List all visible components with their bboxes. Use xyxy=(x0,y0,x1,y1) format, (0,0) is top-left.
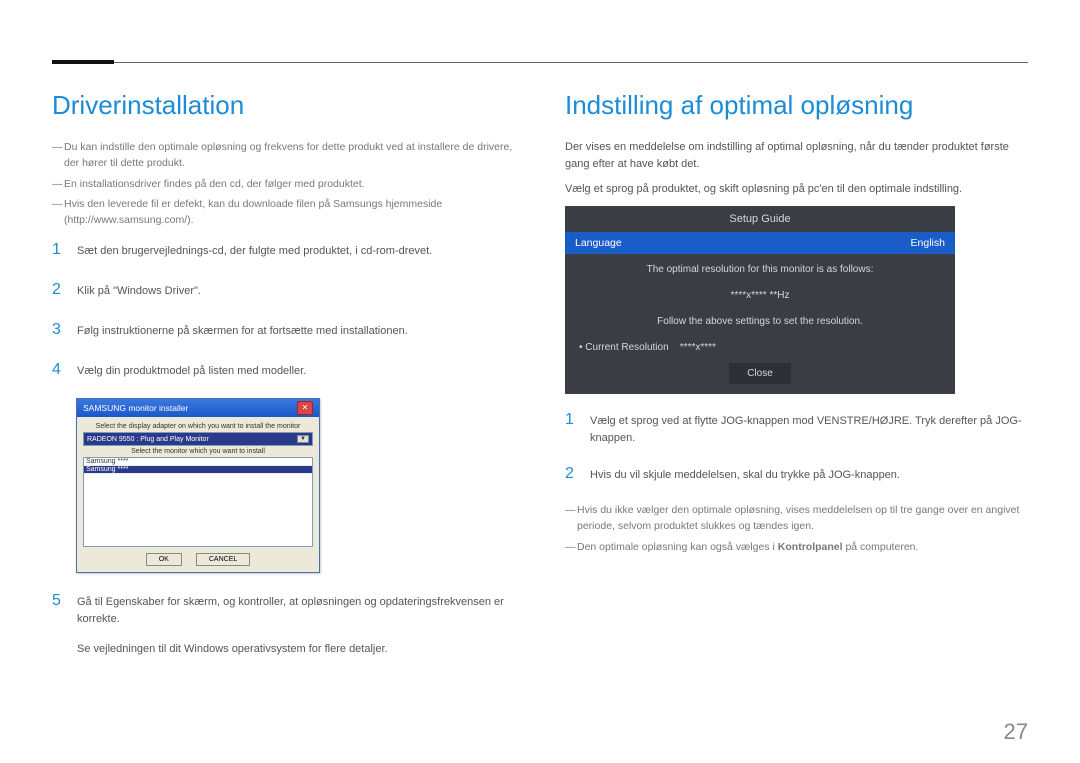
installer-window: SAMSUNG monitor installer ✕ Select the d… xyxy=(76,398,320,573)
step-text: Hvis du vil skjule meddelelsen, skal du … xyxy=(590,467,900,484)
left-title: Driverinstallation xyxy=(52,90,515,121)
installer-adapter-select[interactable]: RADEON 9550 : Plug and Play Monitor ▼ xyxy=(83,432,313,446)
right-note-2: Den optimale opløsning kan også vælges i… xyxy=(565,539,1028,555)
osd-resolution-value: ****x**** **Hz xyxy=(579,288,941,304)
installer-title-text: SAMSUNG monitor installer xyxy=(83,403,188,413)
step-text: Sæt den brugervejlednings-cd, der fulgte… xyxy=(77,243,432,260)
left-step-5: 5 Gå til Egenskaber for skærm, og kontro… xyxy=(52,589,515,658)
installer-monitor-list[interactable]: Samsung **** Samsung **** xyxy=(83,457,313,547)
chevron-down-icon: ▼ xyxy=(297,435,309,443)
left-step-2: 2 Klik på "Windows Driver". xyxy=(52,278,515,302)
osd-current-resolution: • Current Resolution ****x**** xyxy=(565,342,955,353)
left-column: Driverinstallation Du kan indstille den … xyxy=(52,90,515,674)
left-steps-continued: 5 Gå til Egenskaber for skærm, og kontro… xyxy=(52,589,515,658)
page-number: 27 xyxy=(1004,719,1028,745)
header-rule xyxy=(52,62,1028,63)
osd-language-value: English xyxy=(911,237,945,249)
osd-body: The optimal resolution for this monitor … xyxy=(565,254,955,338)
osd-line-1: The optimal resolution for this monitor … xyxy=(579,262,941,278)
cancel-button[interactable]: CANCEL xyxy=(196,553,250,566)
right-intro-1: Der vises en meddelelse om indstilling a… xyxy=(565,139,1028,173)
osd-close-button[interactable]: Close xyxy=(729,363,791,384)
step-number: 4 xyxy=(52,358,62,382)
right-step-1: 1 Vælg et sprog ved at flytte JOG-knappe… xyxy=(565,408,1028,446)
right-note-1: Hvis du ikke vælger den optimale opløsni… xyxy=(565,502,1028,535)
left-note-2: En installationsdriver findes på den cd,… xyxy=(52,176,515,192)
step-number: 2 xyxy=(565,462,575,486)
left-note-3: Hvis den leverede fil er defekt, kan du … xyxy=(52,196,515,229)
step-post-text: Se vejledningen til dit Windows operativ… xyxy=(77,641,515,658)
right-steps: 1 Vælg et sprog ved at flytte JOG-knappe… xyxy=(565,408,1028,486)
left-notes: Du kan indstille den optimale opløsning … xyxy=(52,139,515,228)
installer-select-value: RADEON 9550 : Plug and Play Monitor xyxy=(87,436,209,443)
left-steps: 1 Sæt den brugervejlednings-cd, der fulg… xyxy=(52,238,515,382)
bold-kontrolpanel: Kontrolpanel xyxy=(778,541,843,553)
right-title: Indstilling af optimal opløsning xyxy=(565,90,1028,121)
osd-current-label: • Current Resolution xyxy=(579,342,669,353)
osd-setup-guide: Setup Guide Language English The optimal… xyxy=(565,206,955,394)
step-number: 3 xyxy=(52,318,62,342)
step-number: 5 xyxy=(52,589,62,613)
step-number: 1 xyxy=(565,408,575,432)
left-note-1: Du kan indstille den optimale opløsning … xyxy=(52,139,515,172)
ok-button[interactable]: OK xyxy=(146,553,182,566)
right-step-2: 2 Hvis du vil skjule meddelelsen, skal d… xyxy=(565,462,1028,486)
osd-line-2: Follow the above settings to set the res… xyxy=(579,314,941,330)
installer-body: Select the display adapter on which you … xyxy=(77,417,319,572)
header-accent-tab xyxy=(52,60,114,64)
step-text: Vælg din produktmodel på listen med mode… xyxy=(77,363,306,380)
right-intro-2: Vælg et sprog på produktet, og skift opl… xyxy=(565,181,1028,198)
step-text: Vælg et sprog ved at flytte JOG-knappen … xyxy=(590,413,1028,446)
osd-current-value: ****x**** xyxy=(680,342,716,353)
right-column: Indstilling af optimal opløsning Der vis… xyxy=(565,90,1028,674)
right-notes: Hvis du ikke vælger den optimale opløsni… xyxy=(565,502,1028,555)
installer-label-2: Select the monitor which you want to ins… xyxy=(83,448,313,455)
osd-title: Setup Guide xyxy=(565,206,955,232)
step-number: 1 xyxy=(52,238,62,262)
list-item[interactable]: Samsung **** xyxy=(84,458,312,466)
left-step-4: 4 Vælg din produktmodel på listen med mo… xyxy=(52,358,515,382)
installer-label-1: Select the display adapter on which you … xyxy=(83,423,313,430)
step-text: Følg instruktionerne på skærmen for at f… xyxy=(77,323,408,340)
step-text: Klik på "Windows Driver". xyxy=(77,283,201,300)
left-step-1: 1 Sæt den brugervejlednings-cd, der fulg… xyxy=(52,238,515,262)
left-step-3: 3 Følg instruktionerne på skærmen for at… xyxy=(52,318,515,342)
step-text: Gå til Egenskaber for skærm, og kontroll… xyxy=(77,594,515,627)
close-icon[interactable]: ✕ xyxy=(297,401,313,415)
list-item-selected[interactable]: Samsung **** xyxy=(84,466,312,474)
osd-language-row[interactable]: Language English xyxy=(565,232,955,254)
step-number: 2 xyxy=(52,278,62,302)
installer-titlebar: SAMSUNG monitor installer ✕ xyxy=(77,399,319,417)
osd-language-label: Language xyxy=(575,237,622,249)
